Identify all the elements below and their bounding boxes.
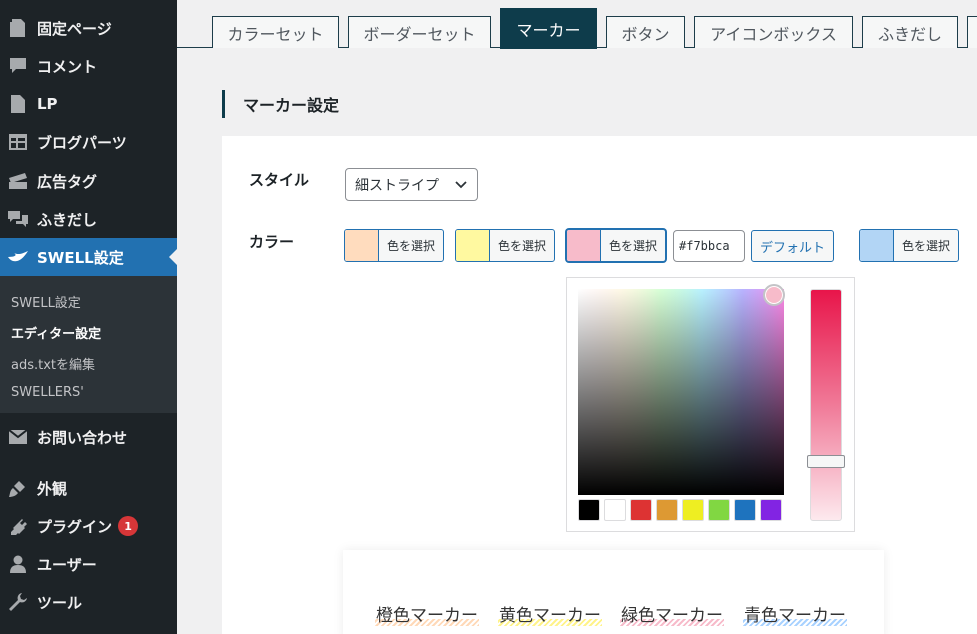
sidebar-item-label: SWELL設定 (37, 248, 124, 267)
submenu-item-swell-settings[interactable]: SWELL設定 (11, 292, 81, 311)
sidebar-item-label: 固定ページ (37, 19, 112, 38)
sidebar-item-swell-settings[interactable]: SWELL設定 (0, 238, 177, 276)
mail-icon (7, 427, 29, 447)
admin-sidebar: 固定ページ コメント LP ブログパーツ 広告タグ ふきだし SWELL設定 S… (0, 0, 177, 634)
palette-chip-red[interactable] (630, 499, 652, 521)
color-button-orange[interactable]: 色を選択 (344, 229, 444, 262)
chat-icon (7, 209, 29, 229)
hex-color-input[interactable]: #f7bbca (673, 230, 745, 262)
style-select[interactable]: 細ストライプ (345, 168, 478, 201)
sidebar-item-label: ブログパーツ (37, 133, 127, 152)
grid-icon (7, 132, 29, 152)
submenu-item-editor-settings[interactable]: エディター設定 (11, 323, 101, 342)
sidebar-submenu: SWELL設定 エディター設定 ads.txtを編集 SWELLERS' (0, 276, 177, 413)
color-picker (566, 277, 855, 532)
color-button-label: 色を選択 (386, 239, 435, 253)
tab-border-set[interactable]: ボーダーセット (348, 16, 491, 48)
style-label: スタイル (249, 171, 310, 189)
sidebar-item-label: コメント (37, 57, 98, 76)
active-indicator (169, 249, 177, 265)
preview-yellow-marker: 黄色マーカー (498, 601, 602, 626)
sidebar-item-users[interactable]: ユーザー (0, 545, 177, 583)
marker-settings-panel: スタイル 細ストライプ カラー 色を選択 色を選択 色を選択 #f7bbca デ… (222, 136, 977, 634)
sidebar-item-fukidashi[interactable]: ふきだし (0, 200, 177, 238)
saturation-area[interactable] (578, 289, 784, 495)
palette-chip-yellow[interactable] (682, 499, 704, 521)
tab-marker[interactable]: マーカー (500, 8, 597, 49)
sidebar-item-label: お問い合わせ (37, 428, 128, 447)
sidebar-item-label: 広告タグ (37, 172, 98, 191)
tab-icon-box[interactable]: アイコンボックス (694, 16, 853, 48)
color-swatch-orange (345, 230, 379, 261)
page-icon (7, 18, 29, 38)
hue-slider[interactable] (810, 289, 842, 521)
sidebar-item-label: ユーザー (37, 555, 97, 574)
saturation-handle[interactable] (763, 284, 785, 306)
tab-color-set[interactable]: カラーセット (212, 16, 339, 48)
sidebar-item-label: プラグイン (37, 517, 113, 536)
palette-chip-blue[interactable] (734, 499, 756, 521)
sidebar-item-label: 外観 (37, 479, 68, 498)
settings-tabs: カラーセット ボーダーセット マーカー ボタン アイコンボックス ふきだし (177, 0, 977, 49)
color-button-label: 色を選択 (497, 239, 546, 253)
style-select-value: 細ストライプ (355, 177, 439, 194)
color-button-label: 色を選択 (608, 239, 657, 253)
color-button-label: 色を選択 (901, 239, 950, 253)
marker-preview: 橙色マーカー 黄色マーカー 緑色マーカー 青色マーカー (343, 550, 884, 634)
swell-bird-icon (7, 247, 29, 267)
sidebar-item-ad-tags[interactable]: 広告タグ (0, 162, 177, 200)
sidebar-item-plugins[interactable]: プラグイン 1 (0, 507, 177, 545)
chevron-down-icon (455, 181, 467, 189)
app-window: 固定ページ コメント LP ブログパーツ 広告タグ ふきだし SWELL設定 S… (0, 0, 977, 634)
document-icon (7, 94, 29, 114)
brush-icon (7, 478, 29, 498)
submenu-item-ads-txt[interactable]: ads.txtを編集 (11, 354, 95, 373)
comment-icon (7, 56, 29, 76)
palette-chip-purple[interactable] (760, 499, 782, 521)
sidebar-item-tools[interactable]: ツール (0, 583, 177, 621)
color-label: カラー (249, 233, 295, 251)
preview-blue-marker: 青色マーカー (743, 601, 847, 626)
palette-chip-black[interactable] (578, 499, 600, 521)
palette-chip-green[interactable] (708, 499, 730, 521)
color-swatch-blue (860, 230, 894, 261)
tab-more[interactable] (967, 16, 977, 48)
sidebar-item-lp[interactable]: LP (0, 85, 177, 123)
color-button-pink[interactable]: 色を選択 (566, 229, 666, 262)
section-heading: マーカー設定 (222, 90, 339, 118)
color-swatch-yellow (456, 230, 490, 261)
sidebar-item-label: ふきだし (37, 210, 98, 229)
tab-button[interactable]: ボタン (606, 16, 685, 48)
sidebar-item-contact[interactable]: お問い合わせ (0, 418, 177, 456)
sidebar-item-blog-parts[interactable]: ブログパーツ (0, 123, 177, 161)
sidebar-item-label: LP (37, 95, 58, 113)
tab-fukidashi[interactable]: ふきだし (862, 16, 958, 48)
hue-slider-handle[interactable] (807, 455, 845, 468)
submenu-item-swellers[interactable]: SWELLERS' (11, 385, 84, 400)
plugin-icon (7, 516, 29, 536)
sidebar-item-label: ツール (37, 593, 83, 612)
sidebar-item-comments[interactable]: コメント (0, 47, 177, 85)
preview-orange-marker: 橙色マーカー (375, 601, 479, 626)
color-swatch-pink (567, 230, 601, 261)
sidebar-item-appearance[interactable]: 外観 (0, 469, 177, 507)
wrench-icon (7, 592, 29, 612)
preview-green-marker: 緑色マーカー (620, 601, 724, 626)
update-count-badge: 1 (118, 516, 139, 536)
ticket-icon (7, 171, 29, 191)
palette-chip-white[interactable] (604, 499, 626, 521)
color-button-yellow[interactable]: 色を選択 (455, 229, 555, 262)
color-button-blue[interactable]: 色を選択 (859, 229, 959, 262)
default-color-button[interactable]: デフォルト (751, 230, 834, 262)
user-icon (7, 554, 29, 574)
palette-chip-orange[interactable] (656, 499, 678, 521)
sidebar-item-pages[interactable]: 固定ページ (0, 9, 177, 47)
